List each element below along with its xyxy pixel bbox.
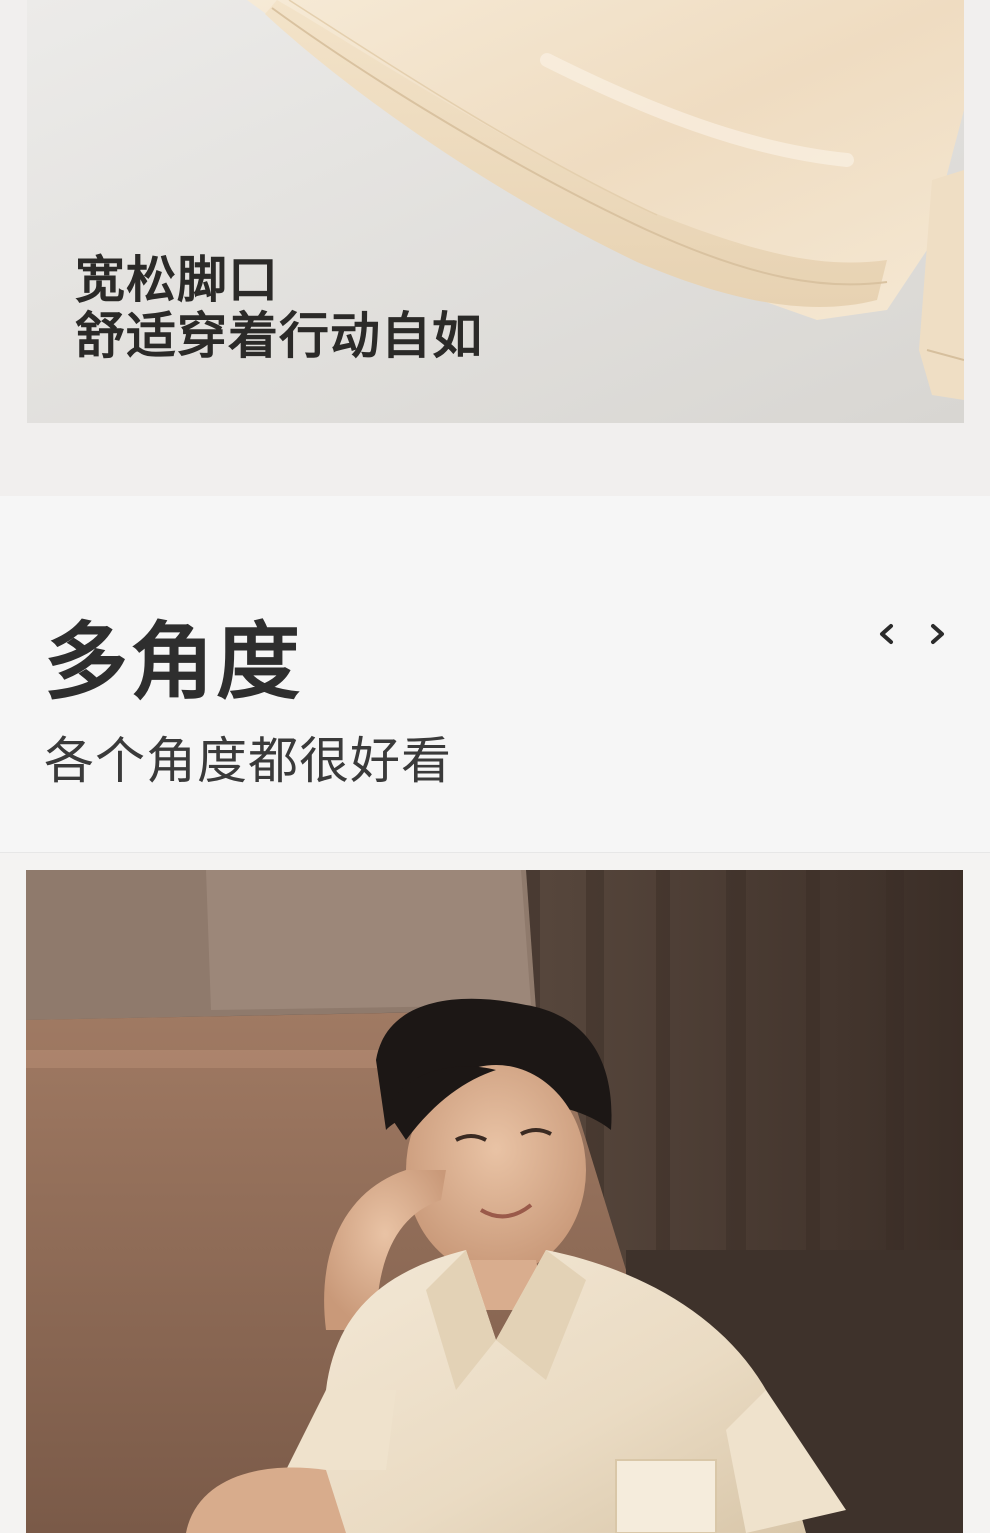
detail-band: 宽松脚口 舒适穿着行动自如: [0, 0, 990, 496]
detail-caption: 宽松脚口 舒适穿着行动自如: [75, 252, 483, 364]
caption-line-2: 舒适穿着行动自如: [75, 307, 483, 365]
model-photo: [26, 870, 963, 1533]
carousel-nav: [872, 620, 952, 648]
section-subtitle: 各个角度都很好看: [44, 732, 452, 790]
multi-angle-section: 多角度 各个角度都很好看: [0, 496, 990, 853]
next-button[interactable]: [924, 620, 952, 648]
prev-button[interactable]: [872, 620, 900, 648]
product-detail-page: 宽松脚口 舒适穿着行动自如 多角度 各个角度都很好看: [0, 0, 990, 1533]
model-illustration: [26, 870, 963, 1533]
section-title: 多角度: [44, 613, 303, 711]
chevron-right-icon: [931, 624, 944, 644]
chevron-left-icon: [880, 624, 893, 644]
caption-line-1: 宽松脚口: [75, 251, 279, 309]
hem-detail-photo: 宽松脚口 舒适穿着行动自如: [27, 0, 964, 423]
